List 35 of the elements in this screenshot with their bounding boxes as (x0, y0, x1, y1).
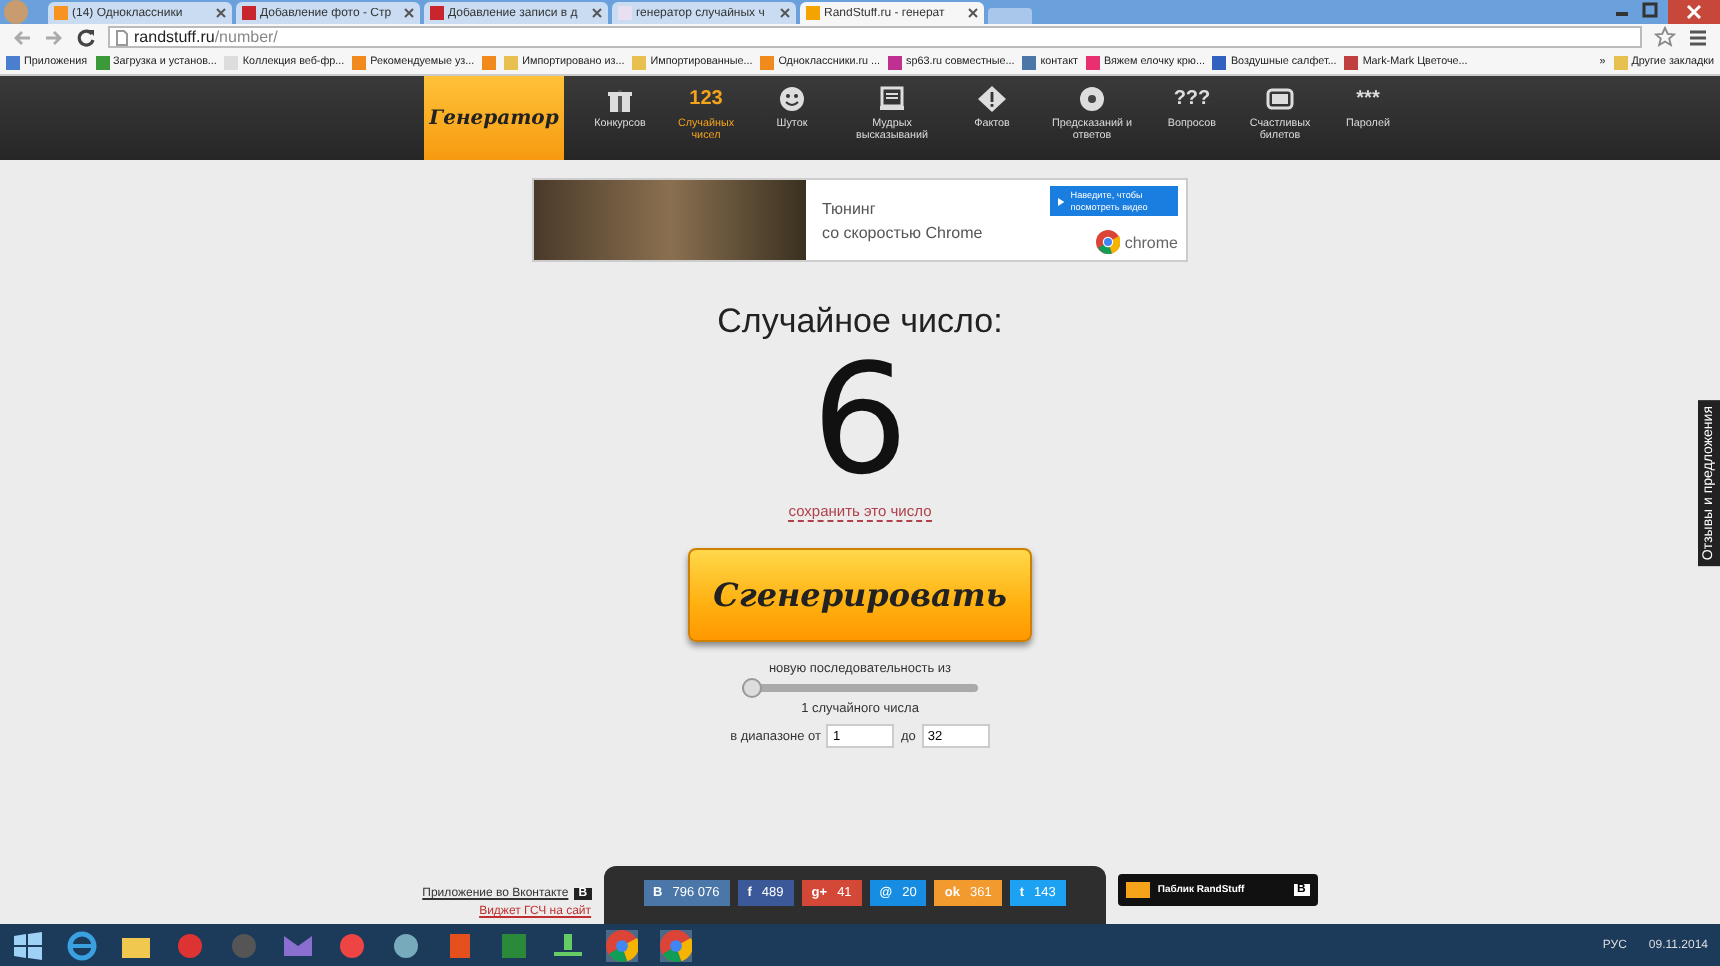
start-icon[interactable] (12, 929, 44, 961)
chrome-logo-icon (1096, 230, 1121, 254)
address-field[interactable]: randstuff.ru/number/ (108, 26, 1642, 48)
disc-icon (1078, 86, 1106, 112)
app-icon[interactable] (336, 929, 368, 961)
ticket-icon (1266, 86, 1294, 112)
menu-icon[interactable] (1688, 27, 1708, 47)
spreadsheet-icon[interactable] (498, 929, 530, 961)
smiley-icon (778, 86, 806, 112)
close-tab-icon[interactable] (780, 8, 790, 18)
slider-thumb[interactable] (742, 678, 762, 698)
generate-button[interactable]: Сгенерировать (688, 548, 1032, 642)
close-tab-icon[interactable] (216, 8, 226, 18)
ad-text: со скоростью Chrome (822, 223, 985, 241)
close-icon[interactable] (1668, 0, 1720, 24)
slider-track[interactable] (742, 684, 978, 692)
random-number: 6 (811, 342, 909, 498)
diamond-icon (978, 86, 1006, 112)
result-heading: Случайное число: (717, 302, 1003, 342)
play-icon (1058, 195, 1065, 207)
page-icon (116, 29, 128, 45)
star-icon[interactable] (1654, 26, 1676, 48)
close-tab-icon[interactable] (592, 8, 602, 18)
brand-label: chrome (1124, 233, 1178, 251)
close-tab-icon[interactable] (968, 8, 978, 18)
logo[interactable]: Генератор (424, 76, 564, 160)
document-icon (878, 86, 906, 112)
close-tab-icon[interactable] (404, 8, 414, 18)
gift-icon (606, 86, 634, 112)
network-icon[interactable] (552, 929, 584, 961)
ad-text: Тюнинг (822, 199, 878, 217)
speaker-icon[interactable] (390, 929, 422, 961)
app-icon[interactable] (174, 929, 206, 961)
restore-icon[interactable] (1640, 0, 1660, 20)
reload-icon[interactable] (76, 27, 96, 47)
